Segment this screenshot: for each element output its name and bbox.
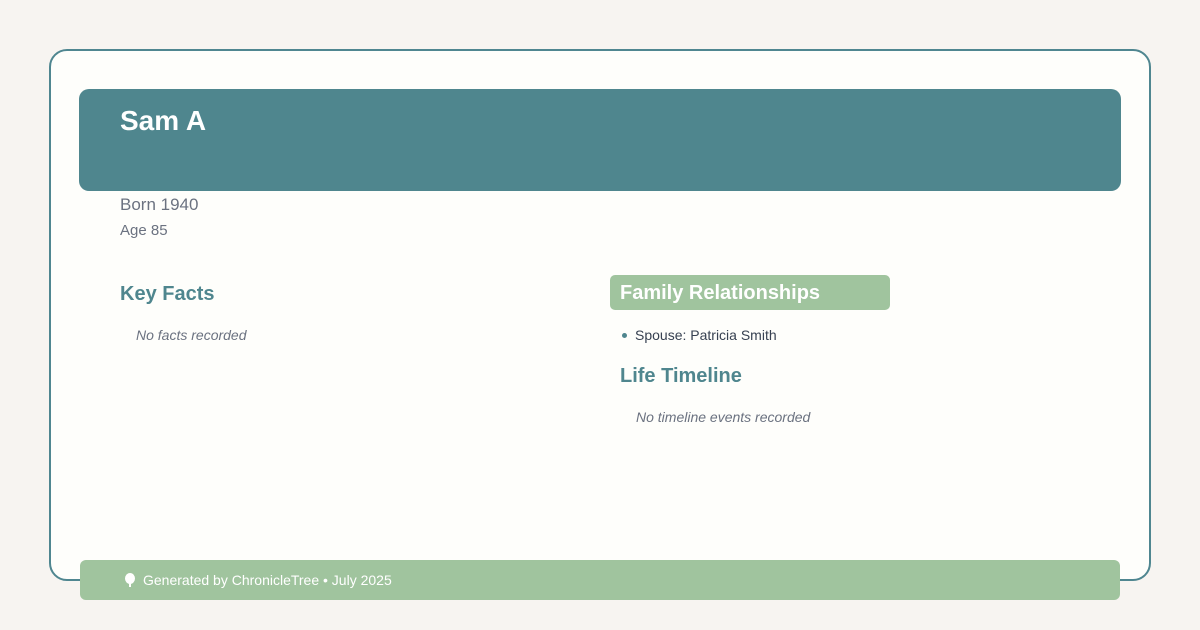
family-relationships-title: Family Relationships xyxy=(620,282,821,304)
age: Age 85 xyxy=(120,222,168,239)
relationship-label: Spouse: Patricia Smith xyxy=(635,327,777,343)
footer-text: Generated by ChronicleTree • July 2025 xyxy=(143,572,392,588)
relationships-list: Spouse: Patricia Smith xyxy=(622,327,777,343)
key-facts-empty: No facts recorded xyxy=(136,327,247,343)
person-name: Sam A xyxy=(120,105,207,136)
list-item: Spouse: Patricia Smith xyxy=(622,327,777,343)
life-timeline-title: Life Timeline xyxy=(620,365,742,387)
birth-year: Born 1940 xyxy=(120,195,199,214)
profile-header: Sam A xyxy=(79,89,1121,191)
timeline-empty: No timeline events recorded xyxy=(636,409,811,425)
tree-icon xyxy=(125,573,135,587)
bullet-icon xyxy=(622,332,627,338)
key-facts-title: Key Facts xyxy=(120,283,215,305)
page: Sam A Born 1940 Age 85 Key Facts No fact… xyxy=(0,0,1200,630)
footer-content: Generated by ChronicleTree • July 2025 xyxy=(124,572,392,588)
footer: Generated by ChronicleTree • July 2025 xyxy=(80,560,1120,600)
family-relationships-header: Family Relationships xyxy=(610,275,890,310)
